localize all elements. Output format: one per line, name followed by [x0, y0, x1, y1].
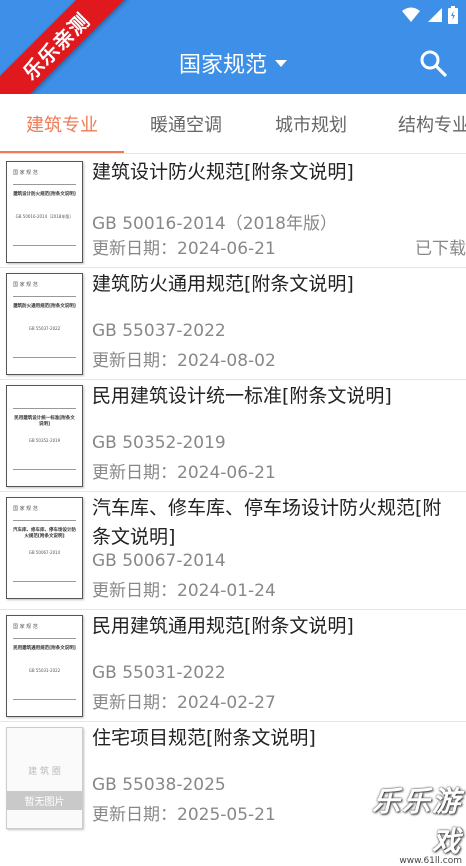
document-cover: 建 筑 圈 暂无图片: [6, 727, 83, 829]
status-bar: [402, 6, 458, 24]
document-cover: 国 家 规 范 民用建筑通用规范[附条文说明] GB 55031-2022: [6, 615, 83, 717]
document-title: 建筑设计防火规范[附条文说明]: [92, 161, 354, 183]
tab-urban-planning[interactable]: 城市规划: [275, 94, 347, 153]
tab-structure[interactable]: 结构专业: [398, 94, 466, 153]
document-title: 建筑防火通用规范[附条文说明]: [92, 273, 354, 295]
tab-hvac[interactable]: 暖通空调: [150, 94, 222, 153]
no-image-placeholder: 建 筑 圈 暂无图片: [7, 728, 82, 828]
document-list: 国 家 规 范 建筑设计防火规范[附条文说明] GB 50016-2014（20…: [0, 156, 466, 834]
placeholder-logo: 建 筑 圈: [28, 767, 61, 777]
document-cover: 国 家 规 范 建筑防火通用规范[附条文说明] GB 55037-2022: [6, 273, 83, 375]
document-date: 更新日期：2024-01-24: [92, 581, 276, 601]
battery-icon: [448, 6, 458, 24]
document-title: 住宅项目规范[附条文说明]: [92, 727, 316, 749]
document-date: 更新日期：2024-02-27: [92, 693, 276, 713]
search-icon[interactable]: [418, 48, 448, 78]
document-cover: 民用建筑设计统一标准[附条文说明] GB 50352-2019: [6, 385, 83, 487]
document-date: 更新日期：2024-06-21: [92, 463, 276, 483]
list-item[interactable]: 国 家 规 范 建筑防火通用规范[附条文说明] GB 55037-2022 建筑…: [0, 268, 466, 380]
document-code: GB 50352-2019: [92, 433, 226, 453]
wifi-icon: [402, 7, 420, 22]
document-title: 汽车库、修车库、停车场设计防火规范[附条文说明]: [92, 497, 442, 548]
document-code: GB 55031-2022: [92, 663, 226, 683]
list-item[interactable]: 国 家 规 范 建筑设计防火规范[附条文说明] GB 50016-2014（20…: [0, 156, 466, 268]
document-cover: 国 家 规 范 建筑设计防火规范[附条文说明] GB 50016-2014（20…: [6, 161, 83, 263]
page-title: 国家规范: [178, 53, 267, 78]
document-code: GB 50067-2014: [92, 551, 226, 571]
list-item[interactable]: 国 家 规 范 民用建筑通用规范[附条文说明] GB 55031-2022 民用…: [0, 610, 466, 722]
document-date: 更新日期：2024-06-21: [92, 239, 276, 259]
watermark-text: 乐乐游戏: [371, 785, 462, 858]
document-title: 民用建筑通用规范[附条文说明]: [92, 615, 354, 637]
document-code: GB 50016-2014（2018年版）: [92, 214, 337, 234]
signal-icon: [428, 8, 442, 22]
list-item[interactable]: 国 家 规 范 汽车库、修车库、停车场设计防火规范[附条文说明] GB 5006…: [0, 492, 466, 610]
document-cover: 国 家 规 范 汽车库、修车库、停车场设计防火规范[附条文说明] GB 5006…: [6, 497, 83, 599]
download-status: 已下载: [415, 239, 466, 259]
document-code: GB 55037-2022: [92, 321, 226, 341]
watermark-url: www.61ll.com: [399, 856, 462, 866]
no-image-label: 暂无图片: [7, 791, 82, 810]
caret-down-icon: [275, 59, 287, 67]
tab-indicator: [0, 151, 124, 153]
document-date: 更新日期：2024-08-02: [92, 351, 276, 371]
document-code: GB 55038-2025: [92, 775, 226, 795]
document-title: 民用建筑设计统一标准[附条文说明]: [92, 385, 392, 407]
list-item[interactable]: 民用建筑设计统一标准[附条文说明] GB 50352-2019 民用建筑设计统一…: [0, 380, 466, 492]
watermark: 乐乐游戏 www.61ll.com: [344, 780, 462, 866]
tab-architecture[interactable]: 建筑专业: [26, 94, 98, 153]
category-tabs: 建筑专业 暖通空调 城市规划 结构专业: [0, 94, 466, 154]
document-date: 更新日期：2025-05-21: [92, 805, 276, 825]
